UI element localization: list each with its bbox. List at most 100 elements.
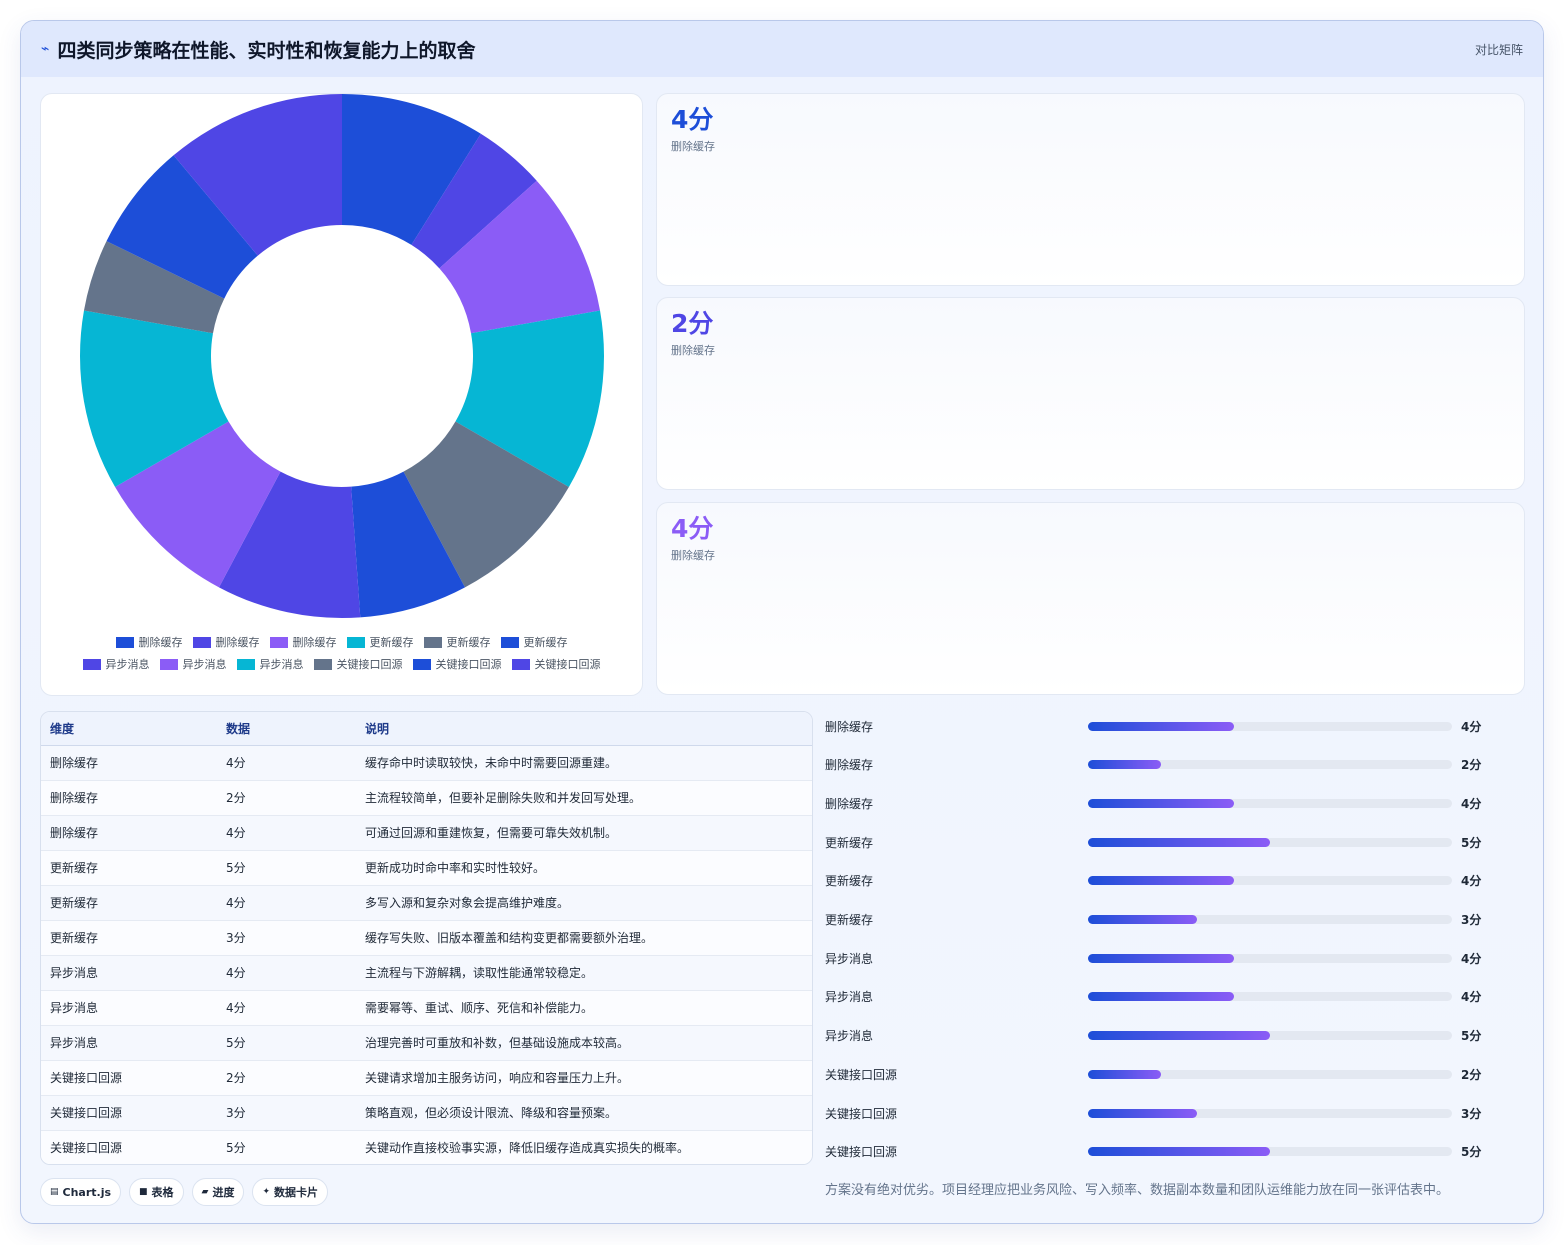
legend-item[interactable]: 异步消息 — [82, 656, 150, 672]
table-row: 更新缓存 4分 多写入源和复杂对象会提高维护难度。 — [41, 885, 812, 920]
score-cell: 4分 — [226, 966, 246, 980]
score-cell: 4分 — [226, 1001, 246, 1015]
description-cell: 治理完善时可重放和补数，但基础设施成本较高。 — [365, 1036, 630, 1050]
table-row: 更新缓存 3分 缓存写失败、旧版本覆盖和结构变更都需要额外治理。 — [41, 920, 812, 955]
kpi-label: 删除缓存 — [671, 549, 715, 562]
dimension-cell: 关键接口回源 — [50, 1141, 123, 1155]
card-icon: ✦ — [262, 1187, 271, 1197]
progress-track — [1088, 721, 1452, 731]
legend-item[interactable]: 更新缓存 — [423, 634, 491, 650]
dimension-cell: 异步消息 — [50, 1036, 99, 1050]
progress-label: 删除缓存 — [825, 758, 874, 773]
description-cell: 缓存命中时读取较快，未命中时需要回源重建。 — [365, 756, 618, 770]
table-row: 关键接口回源 5分 关键动作直接校验事实源，降低旧缓存造成真实损失的概率。 — [41, 1130, 812, 1164]
tech-chip: ▤ Chart.js — [40, 1178, 122, 1206]
progress-value: 5分 — [1461, 835, 1482, 850]
progress-value: 4分 — [1461, 874, 1482, 889]
dimension-cell: 异步消息 — [50, 966, 99, 980]
legend-item[interactable]: 关键接口回源 — [511, 656, 601, 672]
score-cell: 5分 — [226, 861, 246, 875]
progress-label: 删除缓存 — [825, 719, 874, 734]
progress-icon: ▰ — [201, 1187, 209, 1197]
score-cell: 4分 — [226, 826, 246, 840]
score-cell: 4分 — [226, 896, 246, 910]
page-title: 四类同步策略在性能、实时性和恢复能力上的取舍 — [57, 39, 476, 62]
legend-item[interactable]: 关键接口回源 — [412, 656, 502, 672]
legend-swatch — [500, 636, 519, 648]
progress-fill — [1088, 876, 1234, 886]
progress-row: 更新缓存 3分 — [825, 910, 1525, 930]
table-row: 异步消息 4分 需要幂等、重试、顺序、死信和补偿能力。 — [41, 990, 812, 1025]
legend-item[interactable]: 删除缓存 — [269, 634, 337, 650]
progress-fill — [1088, 953, 1234, 963]
kpi-value: 4分 — [671, 514, 714, 543]
legend-label: 异步消息 — [182, 658, 227, 671]
progress-label: 异步消息 — [825, 951, 874, 966]
progress-fill — [1088, 1108, 1198, 1118]
kpi-card: 2分 删除缓存 — [656, 297, 1525, 490]
legend-item[interactable]: 更新缓存 — [346, 634, 414, 650]
dimension-cell: 更新缓存 — [50, 931, 99, 945]
table-row: 关键接口回源 2分 关键请求增加主服务访问，响应和容量压力上升。 — [41, 1060, 812, 1095]
description-cell: 关键动作直接校验事实源，降低旧缓存造成真实损失的概率。 — [365, 1141, 690, 1155]
progress-row: 异步消息 4分 — [825, 987, 1525, 1007]
progress-value: 4分 — [1461, 796, 1482, 811]
chip-label: Chart.js — [62, 1185, 112, 1199]
progress-track — [1088, 876, 1452, 886]
progress-track — [1088, 1031, 1452, 1041]
column-header: 维度 — [41, 712, 226, 746]
progress-track — [1088, 992, 1452, 1002]
progress-label: 异步消息 — [825, 1029, 874, 1044]
legend-item[interactable]: 关键接口回源 — [313, 656, 403, 672]
progress-label: 删除缓存 — [825, 796, 874, 811]
legend-swatch — [82, 658, 101, 670]
progress-label: 关键接口回源 — [825, 1067, 898, 1082]
legend-item[interactable]: 异步消息 — [236, 656, 304, 672]
progress-row: 更新缓存 5分 — [825, 832, 1525, 852]
progress-row: 关键接口回源 5分 — [825, 1142, 1525, 1162]
legend-label: 异步消息 — [259, 658, 304, 671]
legend-row: 异步消息 异步消息 异步消息 关键接口回源 关键接口回源 关键接口回源 — [41, 656, 642, 672]
progress-label: 更新缓存 — [825, 835, 874, 850]
description-cell: 多写入源和复杂对象会提高维护难度。 — [365, 896, 570, 910]
progress-fill — [1088, 1069, 1161, 1079]
table-row: 删除缓存 4分 缓存命中时读取较快，未命中时需要回源重建。 — [41, 745, 812, 780]
legend-item[interactable]: 删除缓存 — [192, 634, 260, 650]
chart-icon: ▤ — [50, 1187, 59, 1197]
legend-label: 删除缓存 — [292, 636, 337, 649]
progress-label: 异步消息 — [825, 990, 874, 1005]
legend-label: 异步消息 — [105, 658, 150, 671]
score-cell: 5分 — [226, 1036, 246, 1050]
dashboard-frame: ⌁ 四类同步策略在性能、实时性和恢复能力上的取舍 对比矩阵 删除缓存 删除缓存 删除… — [20, 20, 1544, 1224]
legend-label: 更新缓存 — [523, 636, 568, 649]
donut-chart-card: 删除缓存 删除缓存 删除缓存 更新缓存 更新缓存 更新缓存 异步消息 异步消息 异步消息 关键接… — [40, 93, 643, 696]
pulse-icon: ⌁ — [41, 41, 50, 57]
legend-label: 删除缓存 — [215, 636, 260, 649]
kpi-label: 删除缓存 — [671, 344, 715, 357]
progress-label: 更新缓存 — [825, 874, 874, 889]
legend-item[interactable]: 删除缓存 — [115, 634, 183, 650]
progress-row: 异步消息 4分 — [825, 948, 1525, 968]
progress-track — [1088, 798, 1452, 808]
legend-swatch — [412, 658, 431, 670]
chip-label: 进度 — [212, 1186, 235, 1199]
legend-label: 删除缓存 — [138, 636, 183, 649]
score-cell: 2分 — [226, 791, 246, 805]
legend-row: 删除缓存 删除缓存 删除缓存 更新缓存 更新缓存 更新缓存 — [41, 634, 642, 650]
legend-swatch — [313, 658, 332, 670]
score-cell: 3分 — [226, 931, 246, 945]
progress-row: 删除缓存 2分 — [825, 755, 1525, 775]
legend-swatch — [192, 636, 211, 648]
dimension-cell: 关键接口回源 — [50, 1106, 123, 1120]
progress-value: 2分 — [1461, 1067, 1482, 1082]
score-cell: 4分 — [226, 756, 246, 770]
legend-item[interactable]: 更新缓存 — [500, 634, 568, 650]
chart-legend: 删除缓存 删除缓存 删除缓存 更新缓存 更新缓存 更新缓存 异步消息 异步消息 异步消息 关键接… — [41, 634, 642, 678]
legend-swatch — [346, 636, 365, 648]
description-cell: 缓存写失败、旧版本覆盖和结构变更都需要额外治理。 — [365, 931, 654, 945]
legend-item[interactable]: 异步消息 — [159, 656, 227, 672]
donut-chart — [79, 94, 605, 618]
progress-track — [1088, 837, 1452, 847]
tech-chip: ▰ 进度 — [191, 1178, 245, 1206]
description-cell: 需要幂等、重试、顺序、死信和补偿能力。 — [365, 1001, 594, 1015]
